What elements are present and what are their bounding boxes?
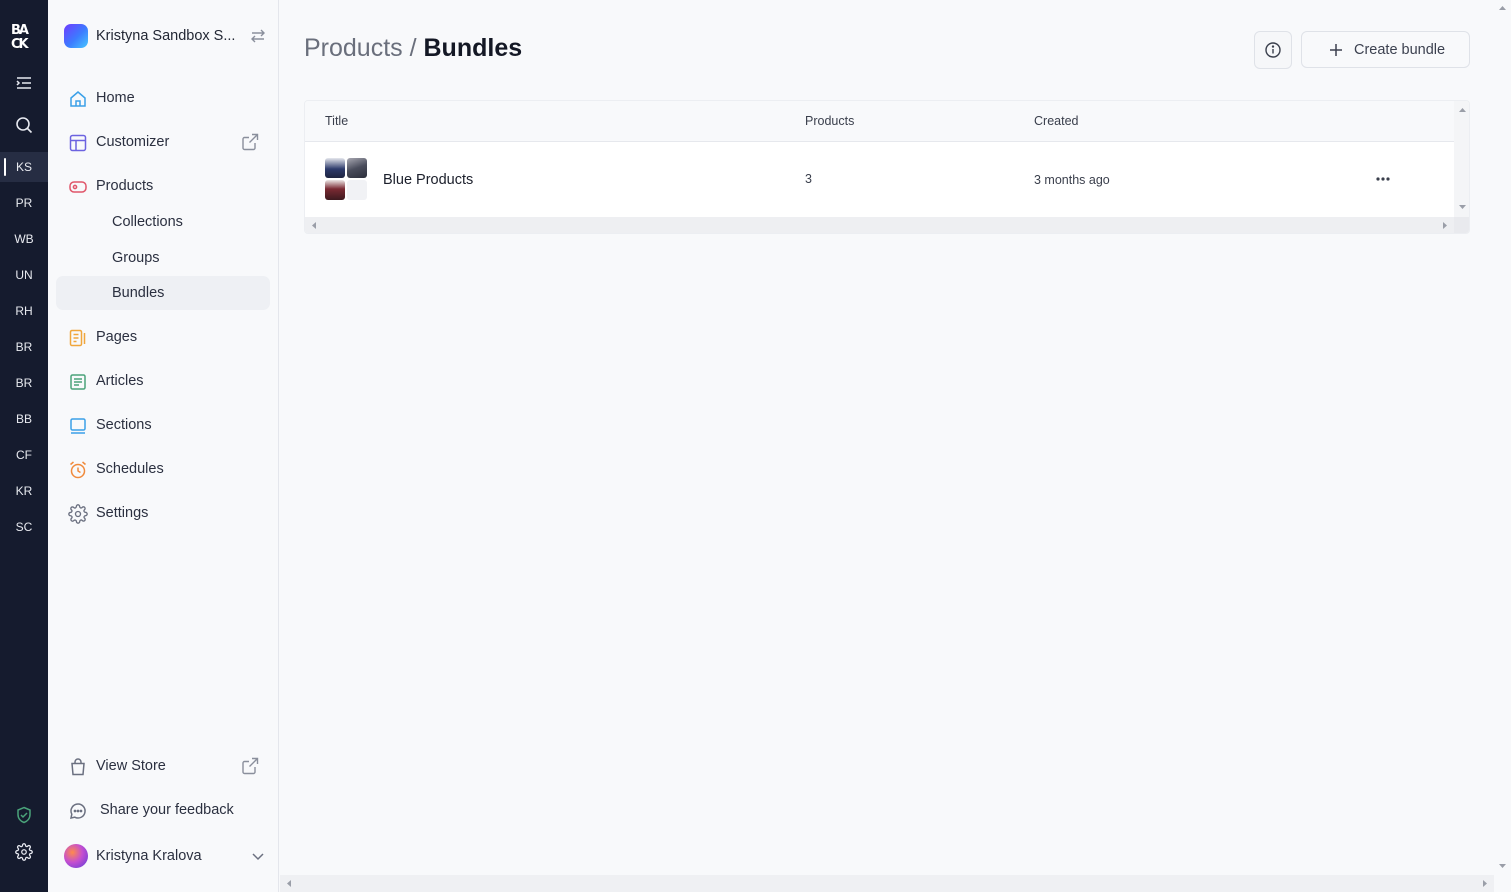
nav-products[interactable]: Products [56, 169, 270, 203]
nav-groups-label: Groups [112, 250, 160, 266]
scroll-arrows-icon [312, 222, 1447, 229]
nav-feedback-label: Share your feedback [100, 802, 234, 818]
user-menu[interactable]: Kristyna Kralova [64, 843, 269, 869]
page-horizontal-scrollbar[interactable] [280, 875, 1494, 892]
layout-icon [69, 134, 87, 152]
tag-icon [69, 181, 87, 193]
nav-settings-label: Settings [96, 505, 149, 521]
table-row[interactable]: Blue Products 3 3 months ago [305, 142, 1454, 216]
empty-thumbnail [347, 180, 367, 200]
nav-articles-label: Articles [96, 373, 144, 389]
external-link-icon[interactable] [240, 132, 260, 152]
store-rail: BA CK KS PR WB UN RH BR BR BB CF KR SC [0, 0, 48, 892]
chat-bubble-icon [70, 803, 86, 819]
store-switch-rh[interactable]: RH [0, 296, 48, 326]
table-vertical-scrollbar[interactable] [1454, 101, 1469, 217]
nav-groups[interactable]: Groups [56, 241, 270, 275]
workspace-logo [64, 24, 88, 48]
nav-view-store-label: View Store [96, 758, 166, 774]
store-switch-pr[interactable]: PR [0, 188, 48, 218]
nav-settings[interactable]: Settings [56, 496, 270, 530]
store-switch-bb[interactable]: BB [0, 404, 48, 434]
info-icon [1265, 42, 1281, 58]
nav-articles[interactable]: Articles [56, 364, 270, 398]
create-bundle-label: Create bundle [1354, 42, 1446, 58]
store-switch-br[interactable]: BR [0, 332, 48, 362]
table-horizontal-scrollbar[interactable] [305, 217, 1454, 233]
nav-pages[interactable]: Pages [56, 320, 270, 354]
product-thumbnail [325, 158, 345, 178]
shield-check-icon[interactable] [0, 800, 48, 830]
create-bundle-button[interactable]: Create bundle [1301, 31, 1470, 68]
nav-products-label: Products [96, 178, 154, 194]
bundle-title[interactable]: Blue Products [383, 172, 473, 188]
store-switch-ks[interactable]: KS [0, 152, 48, 182]
store-switch-kr[interactable]: KR [0, 476, 48, 506]
scrollbar-corner [1454, 217, 1469, 233]
product-thumbnail [347, 158, 367, 178]
svg-text:CK: CK [11, 37, 30, 52]
info-button[interactable] [1254, 31, 1292, 69]
nav-collections-label: Collections [112, 214, 183, 230]
gear-icon[interactable] [0, 837, 48, 867]
chevron-down-icon[interactable] [249, 847, 267, 865]
nav-customizer-label: Customizer [96, 134, 170, 150]
nav-home-label: Home [96, 90, 135, 106]
store-switch-cf[interactable]: CF [0, 440, 48, 470]
nav-sections-label: Sections [96, 417, 152, 433]
main-content: Products / Bundles Create bundle Title P… [280, 0, 1511, 892]
plus-icon [1330, 44, 1342, 56]
workspace-name: Kristyna Sandbox S... [96, 28, 236, 44]
settings-gear-icon [68, 504, 88, 524]
nav-customizer[interactable]: Customizer [56, 125, 270, 159]
home-icon [70, 91, 86, 107]
workspace-switcher[interactable]: Kristyna Sandbox S... [64, 23, 269, 49]
product-thumbnail [325, 180, 345, 200]
bundles-table: Title Products Created Blue Products 3 3… [304, 100, 1470, 234]
article-icon [70, 374, 86, 390]
bundle-thumbnails [325, 158, 367, 200]
svg-text:BA: BA [11, 23, 29, 38]
nav-bundles-label: Bundles [112, 285, 165, 301]
scroll-arrows-icon [287, 880, 1487, 887]
external-link-icon[interactable] [240, 756, 260, 776]
column-header-products[interactable]: Products [805, 114, 854, 128]
nav-feedback[interactable]: Share your feedback [56, 793, 270, 827]
breadcrumb-current: Bundles [423, 34, 523, 62]
column-header-created[interactable]: Created [1034, 114, 1078, 128]
search-icon[interactable] [0, 110, 48, 140]
nav-schedules[interactable]: Schedules [56, 452, 270, 486]
alarm-clock-icon [70, 461, 86, 479]
nav-bundles[interactable]: Bundles [56, 276, 270, 310]
sidebar: Kristyna Sandbox S... Home Customizer Pr… [48, 0, 279, 892]
user-name: Kristyna Kralova [96, 848, 202, 864]
page-title: Products / Bundles [304, 34, 522, 63]
sections-icon [70, 418, 86, 434]
table-header: Title Products Created [305, 101, 1454, 142]
store-switch-wb[interactable]: WB [0, 224, 48, 254]
store-switch-sc[interactable]: SC [0, 512, 48, 542]
column-header-title[interactable]: Title [325, 114, 348, 128]
nav-schedules-label: Schedules [96, 461, 164, 477]
app-logo[interactable]: BA CK [10, 22, 38, 52]
nav-home[interactable]: Home [56, 81, 270, 115]
menu-toggle-icon[interactable] [0, 68, 48, 98]
scroll-arrows-icon [1459, 108, 1466, 209]
breadcrumb-parent[interactable]: Products / [304, 34, 424, 62]
scroll-arrows-icon [1499, 6, 1506, 868]
store-switch-un[interactable]: UN [0, 260, 48, 290]
avatar [64, 844, 88, 868]
switch-arrows-icon[interactable] [249, 27, 267, 45]
nav-sections[interactable]: Sections [56, 408, 270, 442]
nav-collections[interactable]: Collections [56, 205, 270, 239]
pages-icon [69, 329, 86, 347]
page-vertical-scrollbar[interactable] [1494, 0, 1511, 875]
bundle-product-count: 3 [805, 172, 812, 186]
more-options-icon[interactable] [1371, 170, 1395, 188]
store-switch-br-2[interactable]: BR [0, 368, 48, 398]
nav-view-store[interactable]: View Store [56, 749, 270, 783]
shopping-bag-icon [71, 758, 85, 776]
bundle-created: 3 months ago [1034, 173, 1110, 187]
nav-pages-label: Pages [96, 329, 138, 345]
